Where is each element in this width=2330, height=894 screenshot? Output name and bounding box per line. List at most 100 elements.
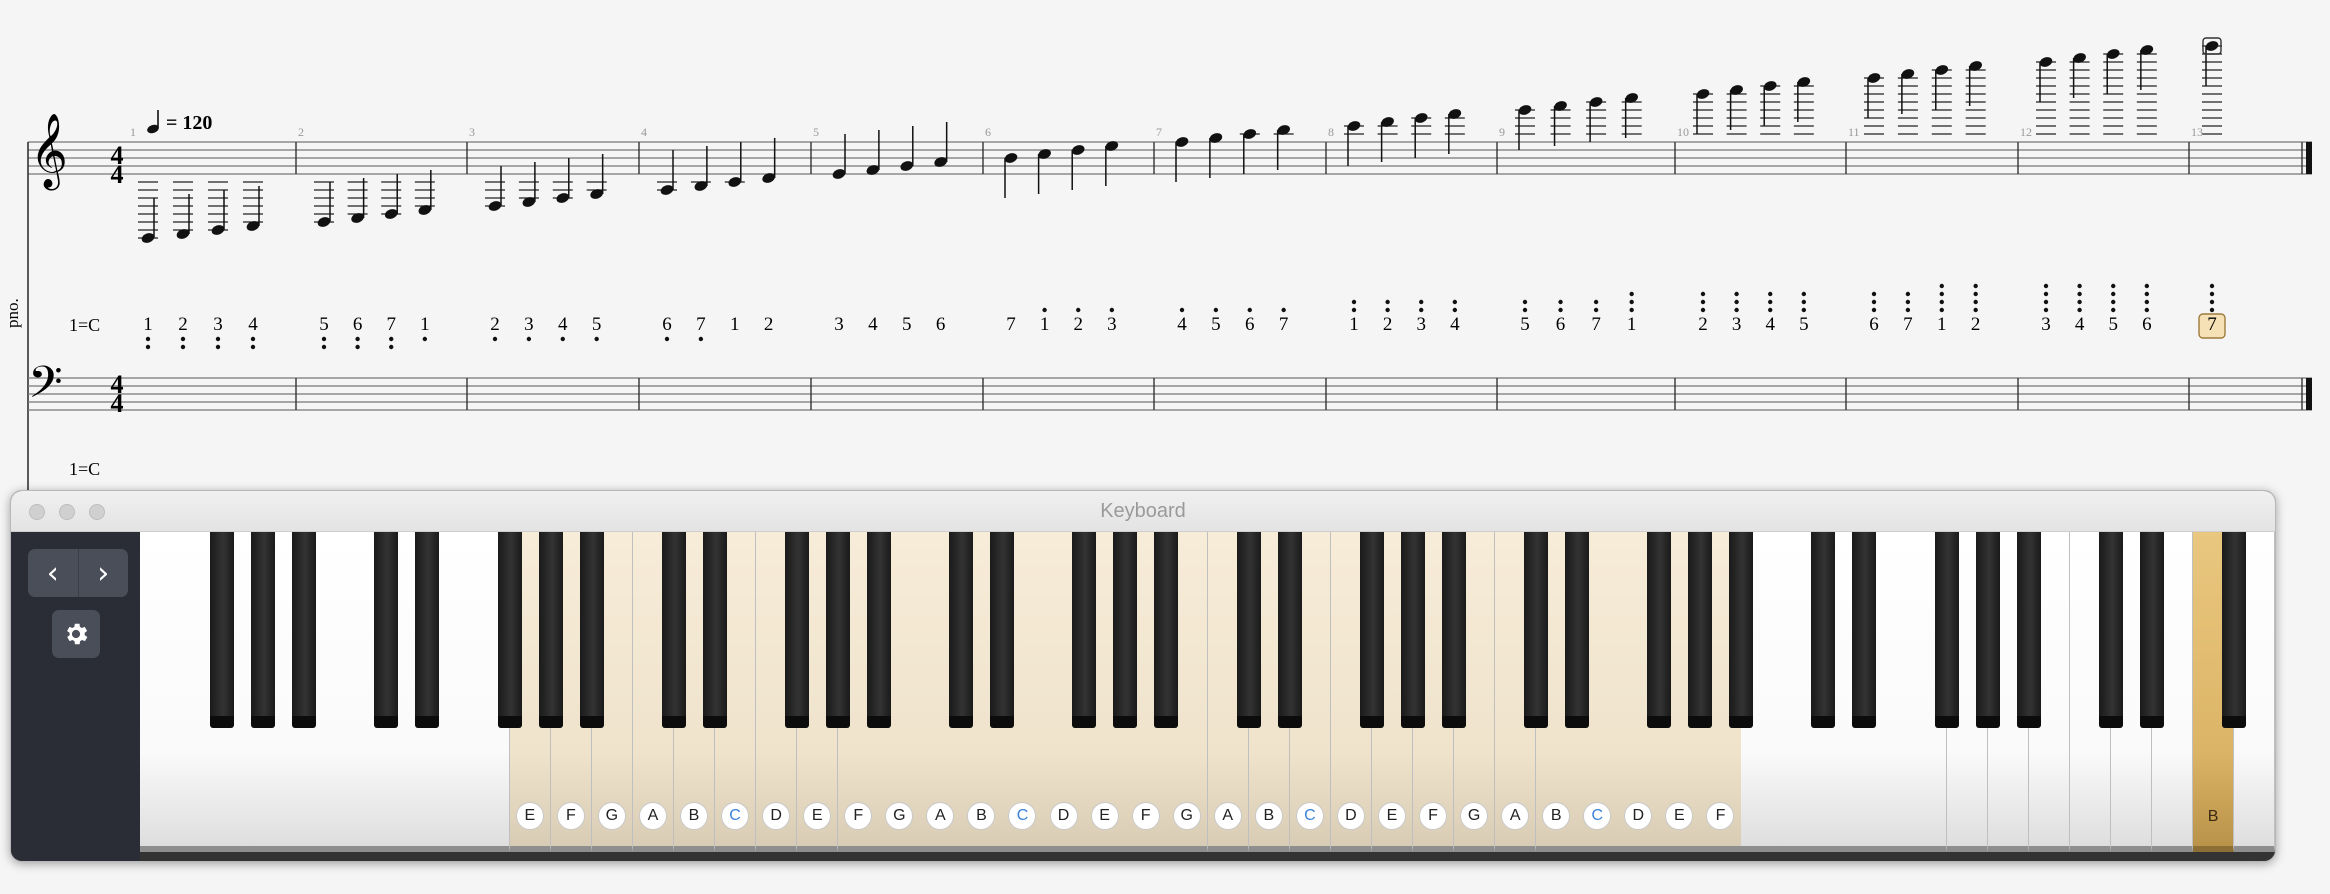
keyboard-titlebar[interactable]: Keyboard: [11, 491, 2275, 532]
next-octave-button[interactable]: ›: [79, 549, 129, 597]
note-number: 2: [1383, 314, 1393, 335]
octave-dot: [180, 344, 186, 350]
octave-dot: [1768, 299, 1773, 305]
keyboard-settings-button[interactable]: [52, 610, 100, 658]
black-key[interactable]: [1811, 532, 1836, 728]
black-key[interactable]: [538, 532, 563, 728]
measure-numbers: 1 2 3 4 5 6 7 8 9 10 11 12 13: [130, 125, 2203, 139]
octave-dot: [1700, 299, 1706, 305]
key-label: D: [1049, 802, 1078, 830]
octave-dot: [2043, 307, 2049, 313]
octave-dot: [2111, 291, 2116, 297]
black-key[interactable]: [990, 532, 1015, 728]
black-key[interactable]: [1441, 532, 1466, 728]
octave-dot: [1905, 307, 1911, 313]
black-key[interactable]: [1565, 532, 1590, 728]
keyboard-controls: ‹ ›: [11, 532, 139, 861]
note-number: 3: [1416, 314, 1426, 335]
octave-dot: [2144, 291, 2150, 297]
black-key[interactable]: [1934, 532, 1959, 728]
black-key[interactable]: [702, 532, 727, 728]
black-key[interactable]: [579, 532, 604, 728]
measure-number: 11: [1848, 125, 1860, 139]
note-number: 1: [1937, 314, 1947, 335]
key-label: F: [1131, 802, 1160, 830]
key-label: B: [967, 802, 996, 830]
black-key[interactable]: [1729, 532, 1754, 728]
white-key[interactable]: [140, 532, 182, 852]
black-key[interactable]: [1523, 532, 1548, 728]
keyboard-window[interactable]: Keyboard ‹ › EFGABCDEFGABCDEFGABCDEFGABC…: [10, 490, 2276, 862]
octave-dot: [1281, 307, 1286, 313]
octave-dot: [422, 336, 428, 342]
key-label: C: [1583, 802, 1612, 830]
black-key[interactable]: [374, 532, 399, 728]
note-number: 5: [319, 314, 329, 335]
octave-dot: [1213, 307, 1219, 313]
black-key[interactable]: [825, 532, 850, 728]
key-label: B: [2207, 808, 2219, 825]
black-key[interactable]: [2016, 532, 2041, 728]
note-number: 1: [1627, 314, 1637, 335]
black-key[interactable]: [1400, 532, 1425, 728]
black-key[interactable]: [867, 532, 892, 728]
octave-dot: [1558, 307, 1563, 313]
note-number: 4: [868, 314, 878, 335]
note-number: 5: [2108, 314, 2118, 335]
black-key[interactable]: [1154, 532, 1179, 728]
octave-dot: [215, 336, 221, 342]
octave-dot: [1734, 299, 1739, 305]
octave-dot: [492, 336, 498, 342]
octave-dot: [2209, 283, 2215, 289]
black-key[interactable]: [1072, 532, 1097, 728]
note-number: 7: [386, 314, 396, 335]
octave-dot: [1452, 307, 1458, 313]
tempo-marking: = 120: [147, 110, 212, 134]
octave-dot: [2209, 299, 2215, 305]
octave-dot: [1452, 299, 1458, 305]
black-key[interactable]: [2098, 532, 2123, 728]
time-sig-bottom: 4: [111, 160, 124, 189]
black-key[interactable]: [1113, 532, 1138, 728]
note-number: 3: [1732, 314, 1742, 335]
black-key[interactable]: [1852, 532, 1877, 728]
black-key[interactable]: [784, 532, 809, 728]
notes-layer[interactable]: [138, 37, 2222, 245]
octave-dot: [1558, 299, 1563, 305]
note-number: 6: [936, 314, 946, 335]
measure-number: 10: [1677, 125, 1689, 139]
note-number: 1: [143, 314, 153, 335]
octave-dot: [1109, 307, 1115, 313]
black-key[interactable]: [1975, 532, 2000, 728]
octave-dot: [1419, 307, 1424, 313]
black-key[interactable]: [415, 532, 440, 728]
black-key[interactable]: [1236, 532, 1261, 728]
black-key[interactable]: [210, 532, 235, 728]
black-key[interactable]: [497, 532, 522, 728]
key-label: F: [844, 802, 873, 830]
black-key[interactable]: [2221, 532, 2246, 728]
note-number: 3: [834, 314, 844, 335]
black-key[interactable]: [1647, 532, 1672, 728]
black-key[interactable]: [949, 532, 974, 728]
octave-dot: [1871, 299, 1877, 305]
black-key[interactable]: [1359, 532, 1384, 728]
black-key[interactable]: [292, 532, 317, 728]
octave-dot: [1734, 291, 1739, 297]
measure-number: 5: [813, 125, 819, 139]
black-key[interactable]: [2139, 532, 2164, 728]
octave-dot: [1768, 291, 1773, 297]
note-number: 5: [1799, 314, 1809, 335]
octave-dot: [2043, 299, 2049, 305]
note-number: 6: [353, 314, 363, 335]
octave-dot: [1522, 299, 1528, 305]
score-canvas[interactable]: 1234567123456712345671234567123456712345…: [0, 0, 2330, 490]
piano-keyboard[interactable]: EFGABCDEFGABCDEFGABCDEFGABCDEFB: [140, 532, 2275, 861]
note-number: 2: [178, 314, 188, 335]
previous-octave-button[interactable]: ‹: [28, 549, 79, 597]
black-key[interactable]: [1277, 532, 1302, 728]
black-key[interactable]: [1688, 532, 1713, 728]
black-key[interactable]: [251, 532, 276, 728]
octave-dot: [698, 336, 704, 342]
black-key[interactable]: [661, 532, 686, 728]
